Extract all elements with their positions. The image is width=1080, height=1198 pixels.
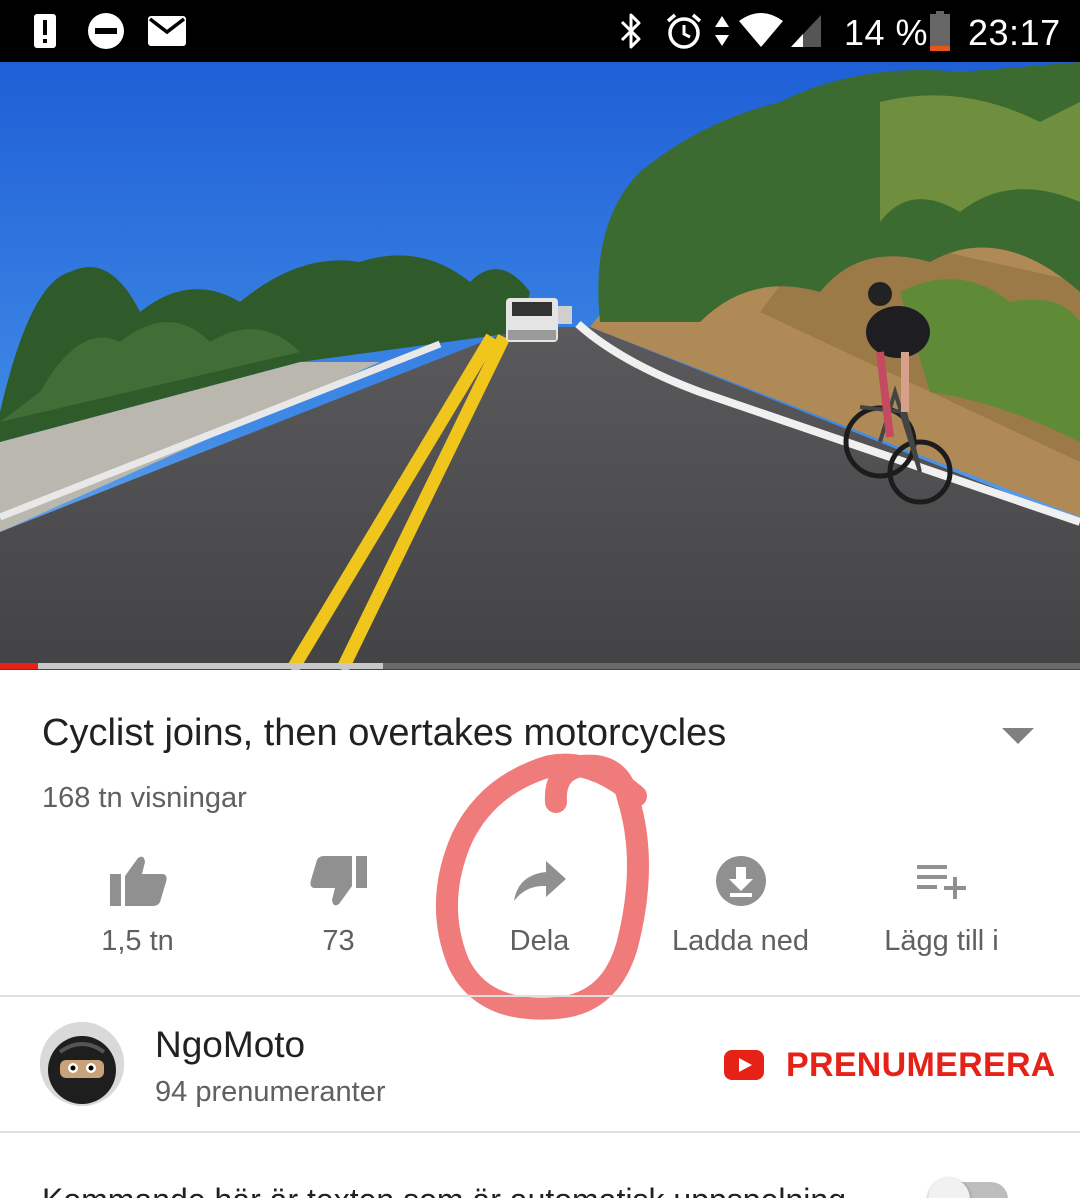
divider	[0, 1131, 1080, 1133]
video-frame	[0, 62, 1080, 670]
download-icon	[709, 853, 773, 909]
battery-percent: 14 %	[844, 12, 929, 53]
thumbs-up-icon	[106, 853, 170, 909]
dislike-button[interactable]: 73	[238, 845, 439, 975]
alarm-icon	[664, 10, 704, 52]
battery-icon	[928, 10, 952, 52]
channel-name[interactable]: NgoMoto	[155, 1024, 305, 1066]
divider	[0, 995, 1080, 997]
progress-played	[0, 663, 38, 669]
add-to-playlist-button[interactable]: Lägg till i	[841, 845, 1042, 975]
video-title: Cyclist joins, then overtakes motorcycle…	[42, 712, 727, 754]
progress-buffered	[0, 663, 384, 669]
share-button[interactable]: Dela	[439, 845, 640, 975]
status-bar: 14 % 23:17	[0, 0, 1080, 62]
cell-signal-icon	[788, 10, 824, 52]
video-progress-bar[interactable]	[0, 663, 1080, 669]
subscribe-button[interactable]: PRENUMERERA	[724, 1042, 1056, 1088]
view-count: 168 tn visningar	[42, 782, 247, 814]
toggle-knob	[928, 1178, 970, 1198]
wifi-icon	[738, 10, 784, 52]
youtube-logo-icon	[724, 1050, 764, 1080]
thumbs-down-icon	[307, 853, 371, 909]
autoplay-label: Kommande här är texten som är automatisk…	[42, 1182, 846, 1198]
share-icon	[508, 853, 572, 909]
clock: 23:17	[968, 12, 1061, 53]
download-button[interactable]: Ladda ned	[640, 845, 841, 975]
autoplay-toggle[interactable]	[928, 1178, 1008, 1198]
expand-description-icon[interactable]	[1000, 726, 1036, 746]
data-arrows-icon	[712, 10, 732, 52]
alert-icon	[30, 10, 60, 52]
do-not-disturb-icon	[86, 10, 126, 52]
add-to-playlist-icon	[910, 853, 974, 909]
avatar[interactable]	[40, 1022, 124, 1106]
video-player[interactable]	[0, 62, 1080, 670]
action-row: 1,5 tn 73 Dela Ladda ned Lägg till i	[37, 845, 1043, 975]
bluetooth-icon	[616, 10, 646, 52]
mail-icon	[146, 10, 188, 52]
like-button[interactable]: 1,5 tn	[37, 845, 238, 975]
subscribe-label: PRENUMERERA	[786, 1045, 1056, 1084]
subscriber-count: 94 prenumeranter	[155, 1076, 386, 1108]
